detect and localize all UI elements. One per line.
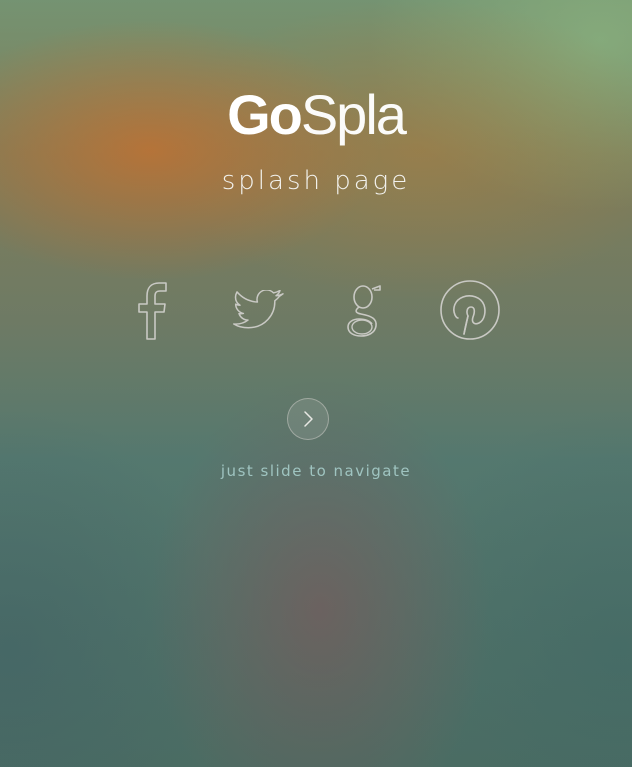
twitter-link[interactable]	[220, 272, 296, 348]
chevron-right-icon	[304, 411, 313, 427]
logo: GoSpla	[0, 80, 632, 150]
twitter-icon	[233, 290, 284, 329]
facebook-icon	[138, 282, 167, 340]
splash-content: GoSpla splash page just slide to navigat…	[0, 0, 632, 767]
google-link[interactable]	[326, 272, 402, 348]
pinterest-icon	[440, 280, 500, 340]
navigation-hint: just slide to navigate	[220, 462, 412, 480]
social-links	[0, 272, 632, 348]
logo-part-spla: Spla	[300, 83, 407, 146]
google-icon	[347, 285, 381, 337]
pinterest-link[interactable]	[432, 272, 508, 348]
tagline: splash page	[221, 166, 411, 196]
logo-part-go: Go	[227, 83, 303, 146]
facebook-link[interactable]	[113, 272, 189, 348]
next-slide-button[interactable]	[287, 398, 329, 440]
